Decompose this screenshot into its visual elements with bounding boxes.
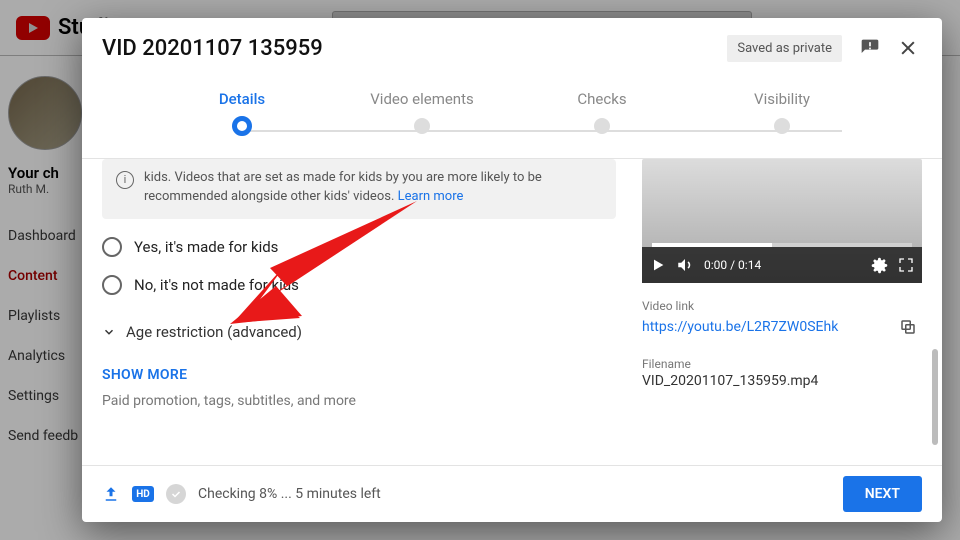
upload-status-text: Checking 8% ... 5 minutes left [198,486,381,502]
step-video-elements[interactable]: Video elements [332,90,512,136]
preview-column: 0:00 / 0:14 Video link https://youtu.be/… [642,159,922,465]
radio-icon [102,275,122,295]
step-details[interactable]: Details [152,90,332,136]
step-visibility[interactable]: Visibility [692,90,872,136]
filename-value: VID_20201107_135959.mp4 [642,373,922,389]
video-preview[interactable]: 0:00 / 0:14 [642,159,922,283]
check-status-icon [166,484,186,504]
info-icon: i [116,171,134,189]
stepper: Details Video elements Checks Visibility [82,78,942,159]
dialog-footer: HD Checking 8% ... 5 minutes left NEXT [82,465,942,522]
dialog-header: VID 20201107 135959 Saved as private [82,18,942,78]
step-checks[interactable]: Checks [512,90,692,136]
step-label: Details [219,90,265,108]
save-status-pill: Saved as private [727,35,842,62]
learn-more-link[interactable]: Learn more [398,189,464,204]
volume-icon[interactable] [676,256,694,274]
upload-dialog: VID 20201107 135959 Saved as private Det… [82,18,942,522]
feedback-button[interactable] [856,34,884,62]
step-label: Visibility [754,90,810,108]
uploading-icon [102,485,120,503]
dialog-title: VID 20201107 135959 [102,36,727,61]
kids-notice: i kids. Videos that are set as made for … [102,159,616,219]
video-link-label: Video link [642,299,922,313]
filename-label: Filename [642,357,922,371]
chevron-down-icon [102,325,116,339]
hd-badge: HD [132,486,154,502]
step-dot-icon [774,118,790,134]
copy-icon [899,318,917,336]
next-button[interactable]: NEXT [843,476,922,512]
video-link[interactable]: https://youtu.be/L2R7ZW0SEhk [642,319,838,335]
made-for-kids-no[interactable]: No, it's not made for kids [102,275,616,295]
notice-text: kids. Videos that are set as made for ki… [144,169,602,207]
show-more-button[interactable]: SHOW MORE [102,367,616,383]
step-dot-icon [414,118,430,134]
close-button[interactable] [894,34,922,62]
radio-icon [102,237,122,257]
age-restriction-label: Age restriction (advanced) [126,323,302,341]
gear-icon[interactable] [871,257,888,274]
step-dot-icon [594,118,610,134]
copy-link-button[interactable] [894,313,922,341]
step-dot-icon [232,116,252,136]
show-more-subtitle: Paid promotion, tags, subtitles, and mor… [102,393,616,409]
radio-label: Yes, it's made for kids [134,238,278,256]
age-restriction-expander[interactable]: Age restriction (advanced) [102,323,616,341]
preview-controls: 0:00 / 0:14 [642,247,922,283]
dialog-scrollbar[interactable] [930,159,938,465]
step-label: Video elements [370,90,473,108]
scrollbar-thumb[interactable] [932,349,938,445]
feedback-icon [860,38,880,58]
preview-time: 0:00 / 0:14 [704,258,761,272]
step-label: Checks [577,90,626,108]
close-icon [898,38,918,58]
fullscreen-icon[interactable] [898,257,914,273]
details-column: i kids. Videos that are set as made for … [102,159,642,465]
play-icon[interactable] [650,257,666,273]
dialog-body: i kids. Videos that are set as made for … [82,159,942,465]
radio-label: No, it's not made for kids [134,276,299,294]
made-for-kids-yes[interactable]: Yes, it's made for kids [102,237,616,257]
